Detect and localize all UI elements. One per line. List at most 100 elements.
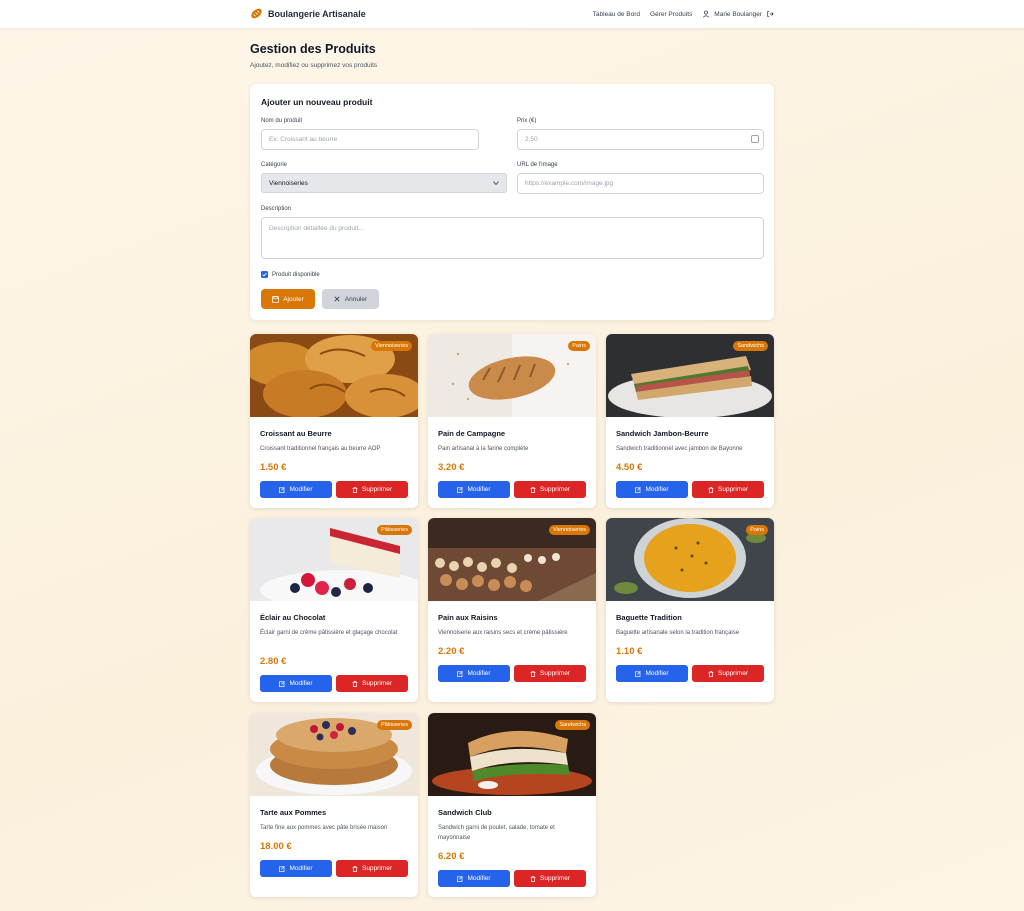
category-badge: Pâtisseries xyxy=(377,525,412,535)
brand[interactable]: Boulangerie Artisanale xyxy=(250,7,366,20)
edit-icon xyxy=(279,865,286,872)
edit-button[interactable]: Modifier xyxy=(616,665,688,682)
edit-button[interactable]: Modifier xyxy=(438,665,510,682)
delete-button[interactable]: Supprimer xyxy=(514,481,586,498)
product-price: 6.20 € xyxy=(438,851,465,862)
edit-label: Modifier xyxy=(645,670,669,677)
nav-link-dashboard[interactable]: Tableau de Bord xyxy=(593,11,640,18)
trash-icon xyxy=(352,680,358,687)
delete-button[interactable]: Supprimer xyxy=(692,481,764,498)
product-name: Pain aux Raisins xyxy=(438,613,498,622)
close-icon xyxy=(334,296,340,302)
product-card: Pains Pain de Campagne Pain artisanal à … xyxy=(428,334,596,508)
delete-button[interactable]: Supprimer xyxy=(692,665,764,682)
edit-button[interactable]: Modifier xyxy=(260,860,332,877)
description-textarea[interactable]: Description détaillée du produit... xyxy=(261,217,764,259)
edit-label: Modifier xyxy=(289,865,313,872)
category-select[interactable]: Viennoiseries xyxy=(261,173,507,193)
category-value: Viennoiseries xyxy=(269,179,308,187)
product-name: Pain de Campagne xyxy=(438,429,506,438)
product-card: Viennoiseries Croissant au Beurre Croiss… xyxy=(250,334,418,508)
edit-button[interactable]: Modifier xyxy=(438,870,510,887)
delete-label: Supprimer xyxy=(718,486,748,493)
category-badge: Pâtisseries xyxy=(377,720,412,730)
edit-icon xyxy=(457,670,464,677)
edit-icon xyxy=(279,486,286,493)
product-description: Viennoiserie aux raisins secs et crème p… xyxy=(438,630,568,636)
product-description: Tarte fine aux pommes avec pâte brisée m… xyxy=(260,825,388,831)
delete-button[interactable]: Supprimer xyxy=(336,481,408,498)
product-price: 2.20 € xyxy=(438,646,465,657)
product-description: Croissant traditionnel français au beurr… xyxy=(260,446,381,452)
edit-icon xyxy=(279,680,286,687)
product-card: Sandwichs Sandwich Jambon-Beurre Sandwic… xyxy=(606,334,774,508)
trash-icon xyxy=(352,865,358,872)
trash-icon xyxy=(530,670,536,677)
edit-label: Modifier xyxy=(289,486,313,493)
product-price: 4.50 € xyxy=(616,462,643,473)
name-input[interactable] xyxy=(261,129,479,150)
description-label: Description xyxy=(261,206,292,212)
nav-link-products[interactable]: Gérer Produits xyxy=(650,11,692,18)
edit-button[interactable]: Modifier xyxy=(438,481,510,498)
edit-label: Modifier xyxy=(467,875,491,882)
delete-label: Supprimer xyxy=(540,486,570,493)
trash-icon xyxy=(352,486,358,493)
edit-label: Modifier xyxy=(645,486,669,493)
brand-name: Boulangerie Artisanale xyxy=(268,8,366,19)
category-badge: Viennoiseries xyxy=(371,341,412,351)
price-stepper[interactable] xyxy=(751,135,759,143)
category-badge: Viennoiseries xyxy=(549,525,590,535)
category-badge: Sandwichs xyxy=(733,341,768,351)
check-icon xyxy=(262,272,267,277)
category-label: Catégorie xyxy=(261,162,288,168)
edit-button[interactable]: Modifier xyxy=(616,481,688,498)
trash-icon xyxy=(530,875,536,882)
available-checkbox[interactable] xyxy=(261,271,268,278)
edit-label: Modifier xyxy=(467,486,491,493)
edit-button[interactable]: Modifier xyxy=(260,675,332,692)
product-name: Tarte aux Pommes xyxy=(260,808,327,817)
edit-icon xyxy=(457,486,464,493)
product-name: Croissant au Beurre xyxy=(260,429,332,438)
product-name: Sandwich Club xyxy=(438,808,492,817)
edit-icon xyxy=(635,486,642,493)
trash-icon xyxy=(530,486,536,493)
image-url-label: URL de l'image xyxy=(517,162,558,168)
product-description: Sandwich garni de poulet, salade, tomate… xyxy=(438,825,555,841)
product-price: 1.50 € xyxy=(260,462,287,473)
edit-icon xyxy=(457,875,464,882)
product-name: Éclair au Chocolat xyxy=(260,613,326,622)
delete-label: Supprimer xyxy=(540,670,570,677)
page-subtitle: Ajoutez, modifiez ou supprimez vos produ… xyxy=(250,62,378,69)
cancel-button[interactable]: Annuler xyxy=(322,289,379,309)
delete-button[interactable]: Supprimer xyxy=(336,860,408,877)
image-url-input[interactable] xyxy=(517,173,764,194)
user-menu[interactable]: Marie Boulanger xyxy=(702,10,774,18)
form-title: Ajouter un nouveau produit xyxy=(261,97,373,107)
navbar: Boulangerie Artisanale Tableau de Bord G… xyxy=(0,0,1024,28)
available-row[interactable]: Produit disponible xyxy=(261,271,320,278)
trash-icon xyxy=(708,670,714,677)
edit-button[interactable]: Modifier xyxy=(260,481,332,498)
logout-icon[interactable] xyxy=(766,10,774,18)
delete-label: Supprimer xyxy=(362,486,392,493)
price-input[interactable] xyxy=(517,129,764,150)
delete-button[interactable]: Supprimer xyxy=(514,870,586,887)
product-price: 3.20 € xyxy=(438,462,465,473)
product-price: 1.10 € xyxy=(616,646,643,657)
product-price: 18.00 € xyxy=(260,841,292,852)
delete-label: Supprimer xyxy=(362,680,392,687)
category-badge: Pains xyxy=(746,525,768,535)
user-name: Marie Boulanger xyxy=(714,10,762,18)
page-title: Gestion des Produits xyxy=(250,42,376,56)
delete-button[interactable]: Supprimer xyxy=(514,665,586,682)
product-description: Éclair garni de crème pâtissière et glaç… xyxy=(260,630,398,636)
edit-icon xyxy=(635,670,642,677)
add-label: Ajouter xyxy=(283,295,304,303)
delete-button[interactable]: Supprimer xyxy=(336,675,408,692)
add-button[interactable]: Ajouter xyxy=(261,289,315,309)
product-card: Pâtisseries Éclair au Chocolat Éclair ga… xyxy=(250,518,418,702)
product-description: Baguette artisanale selon la tradition f… xyxy=(616,630,740,636)
product-card: Viennoiseries Pain aux Raisins Viennoise… xyxy=(428,518,596,702)
